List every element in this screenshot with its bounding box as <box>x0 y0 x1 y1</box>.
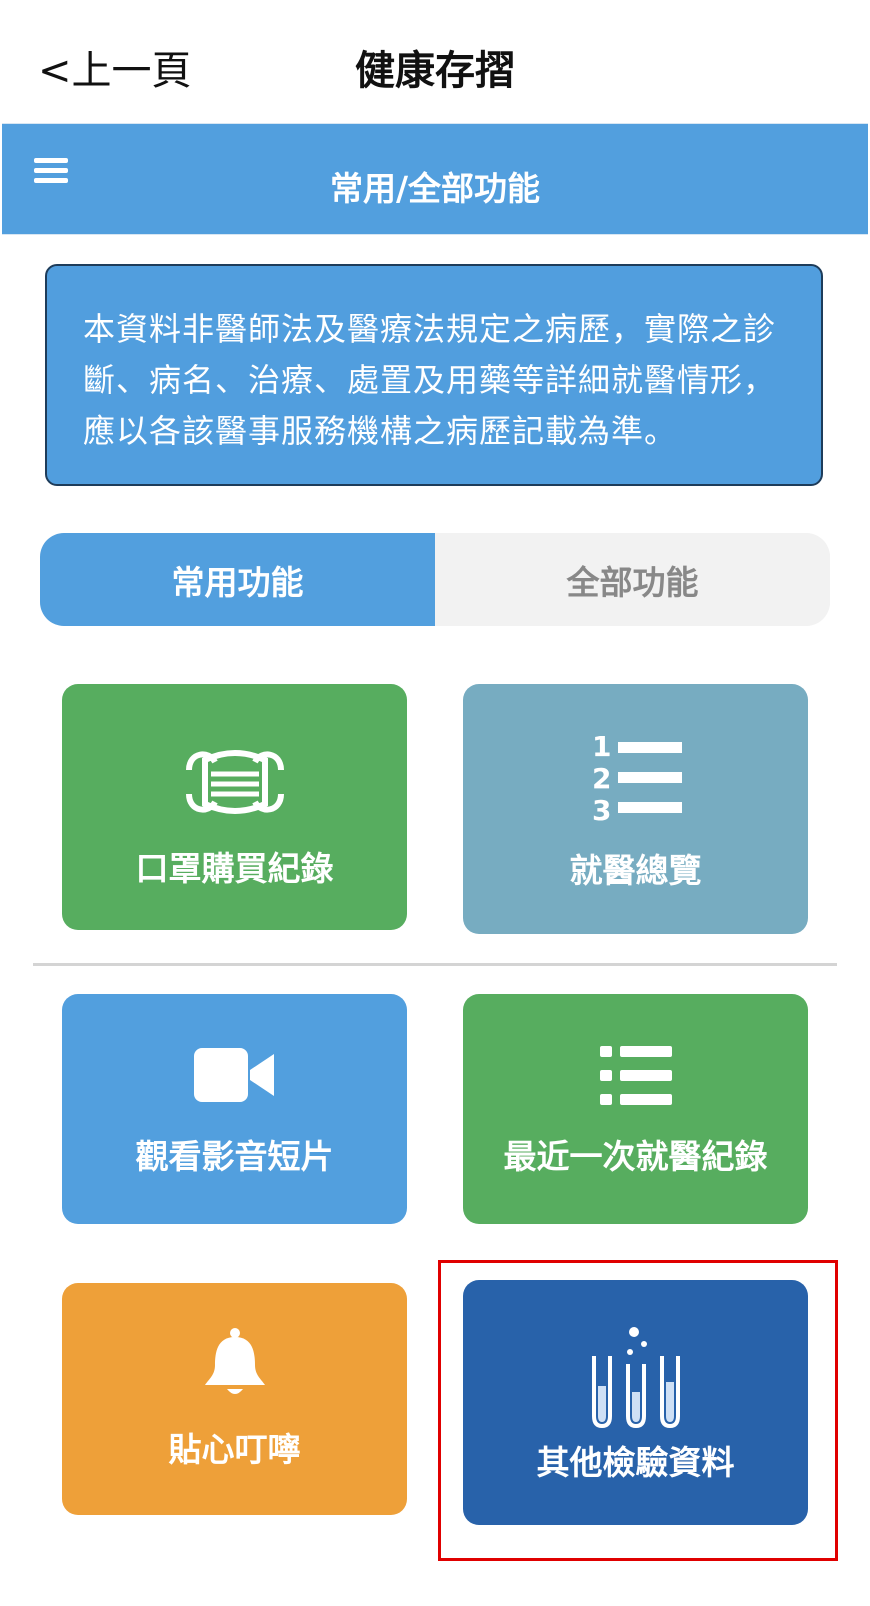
divider <box>33 963 837 966</box>
numbered-list-icon: 1 2 3 <box>592 730 682 824</box>
mask-purchase-record-tile[interactable]: 口罩購買紀錄 <box>62 684 407 930</box>
page-title: 健康存摺 <box>355 48 515 94</box>
reminders-tile[interactable]: 貼心叮嚀 <box>62 1283 407 1515</box>
svg-text:2: 2 <box>592 762 611 795</box>
back-link[interactable]: <上一頁 <box>38 46 192 96</box>
tile-label: 就醫總覽 <box>569 851 702 890</box>
tile-label: 觀看影音短片 <box>135 1137 334 1176</box>
tile-label: 貼心叮嚀 <box>168 1430 301 1469</box>
latest-medical-record-tile[interactable]: 最近一次就醫紀錄 <box>463 994 808 1224</box>
disclaimer-notice: 本資料非醫師法及醫療法規定之病歷，實際之診斷、病名、治療、處置及用藥等詳細就醫情… <box>45 264 823 486</box>
video-camera-icon <box>193 1048 274 1102</box>
medical-overview-tile[interactable]: 1 2 3 就醫總覽 <box>463 684 808 934</box>
tile-label: 口罩購買紀錄 <box>135 849 334 888</box>
tile-label: 最近一次就醫紀錄 <box>503 1137 768 1176</box>
watch-videos-tile[interactable]: 觀看影音短片 <box>62 994 407 1224</box>
svg-text:1: 1 <box>592 730 611 763</box>
bell-icon <box>204 1328 265 1394</box>
mask-icon <box>185 750 284 814</box>
nav-bar: 常用/全部功能 <box>2 123 868 235</box>
nav-title: 常用/全部功能 <box>329 169 541 208</box>
list-icon <box>599 1046 672 1105</box>
function-tabs: 常用功能 全部功能 <box>40 533 830 626</box>
top-bar: <上一頁 健康存摺 <box>0 0 870 122</box>
svg-text:3: 3 <box>592 794 611 824</box>
tab-common-functions[interactable]: 常用功能 <box>40 533 435 626</box>
selection-highlight <box>438 1260 838 1561</box>
tab-all-functions[interactable]: 全部功能 <box>435 533 830 626</box>
